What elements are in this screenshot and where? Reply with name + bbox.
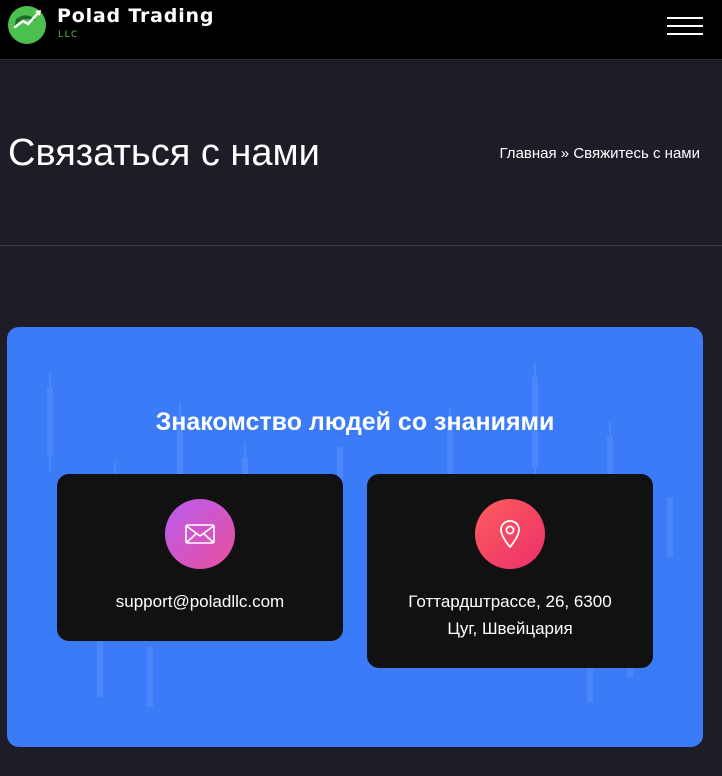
section-heading: Знакомство людей со знаниями	[155, 408, 555, 436]
address-card: Готтардштрассе, 26, 6300 Цуг, Швейцария	[367, 474, 653, 668]
brand-subtitle: LLC	[58, 30, 79, 40]
breadcrumb: Главная » Свяжитесь с нами	[500, 145, 700, 163]
email-card: support@poladllc.com	[57, 474, 343, 641]
breadcrumb-separator: »	[560, 145, 570, 162]
brand-name[interactable]: Polad Trading	[57, 5, 214, 27]
breadcrumb-home-link[interactable]: Главная	[500, 145, 557, 162]
hamburger-menu-icon[interactable]	[667, 15, 703, 37]
address-line-1: Готтардштрассе, 26, 6300	[408, 592, 612, 611]
page-title: Связаться с нами	[8, 132, 320, 174]
address-text: Готтардштрассе, 26, 6300 Цуг, Швейцария	[377, 588, 643, 642]
email-link[interactable]: support@poladllc.com	[67, 588, 333, 615]
contact-panel: Знакомство людей со знаниями support@pol…	[7, 327, 703, 747]
logo-icon[interactable]	[6, 3, 48, 45]
envelope-icon	[165, 499, 235, 569]
page-hero: Связаться с нами Главная » Свяжитесь с н…	[0, 60, 722, 246]
address-line-2: Цуг, Швейцария	[447, 619, 573, 638]
top-navbar: Polad Trading LLC	[0, 0, 722, 60]
location-pin-icon	[475, 499, 545, 569]
breadcrumb-current: Свяжитесь с нами	[573, 145, 700, 162]
